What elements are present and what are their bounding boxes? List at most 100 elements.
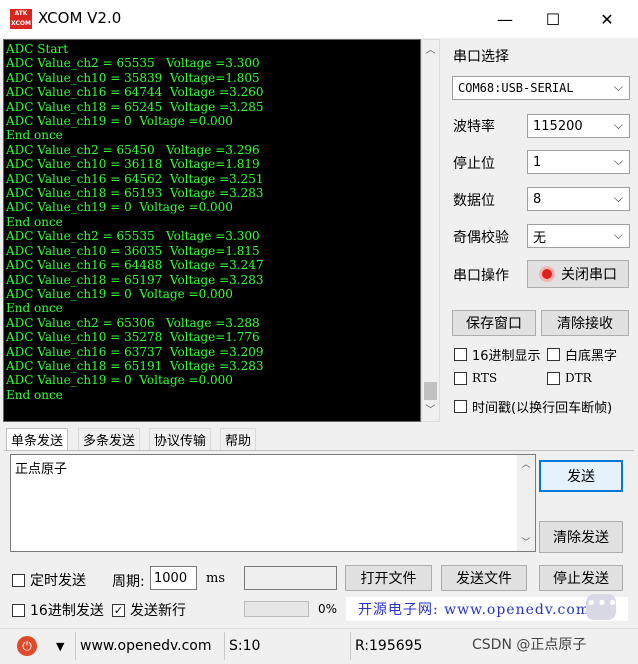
tab-help[interactable]: 帮助 xyxy=(220,428,257,450)
scroll-down-icon[interactable]: ﹀ xyxy=(517,535,535,548)
clear-send-label: 清除发送 xyxy=(553,530,609,546)
timed-send-checkbox[interactable]: 定时发送 xyxy=(12,570,86,590)
stop-send-label: 停止发送 xyxy=(553,571,609,587)
clear-receive-button[interactable]: 清除接收 xyxy=(541,310,629,336)
clear-send-button[interactable]: 清除发送 xyxy=(539,521,623,553)
send-scrollbar[interactable]: ︿ ﹀ xyxy=(517,455,535,551)
databit-label: 数据位 xyxy=(453,193,495,209)
maximize-button[interactable]: ☐ xyxy=(528,0,578,38)
period-unit: ms xyxy=(206,571,225,586)
send-file-label: 发送文件 xyxy=(456,571,512,587)
open-file-label: 打开文件 xyxy=(360,571,417,587)
port-select-label: 串口选择 xyxy=(453,49,509,65)
port-op-label: 串口操作 xyxy=(453,268,509,284)
checkbox-icon xyxy=(547,348,560,361)
received-count: R:195695 xyxy=(355,638,423,654)
scroll-up-icon[interactable]: ︿ xyxy=(422,42,439,60)
status-received: R:195695 xyxy=(350,632,468,660)
send-button[interactable]: 发送 xyxy=(539,460,623,492)
timed-send-label: 定时发送 xyxy=(30,573,86,589)
status-website: www.openedv.com xyxy=(75,632,220,660)
open-file-button[interactable]: 打开文件 xyxy=(345,565,432,591)
baud-label: 波特率 xyxy=(453,119,495,135)
terminal-output: ADC Start ADC Value_ch2 = 65535 Voltage … xyxy=(6,42,264,402)
close-icon: ✕ xyxy=(600,9,614,29)
chevron-down-icon: ⌵ xyxy=(613,228,623,242)
scrollbar-thumb[interactable] xyxy=(424,382,437,400)
close-window-button[interactable]: ✕ xyxy=(582,0,632,38)
hex-send-label: 16进制发送 xyxy=(30,603,104,619)
clear-receive-label: 清除接收 xyxy=(557,316,613,332)
stopbit-label: 停止位 xyxy=(453,156,495,172)
chevron-down-icon: ⌵ xyxy=(613,191,623,205)
rts-label: RTS xyxy=(472,371,498,385)
csdn-watermark: CSDN @正点原子 xyxy=(472,637,587,653)
checkbox-icon xyxy=(12,603,25,617)
tab-label: 帮助 xyxy=(225,434,252,449)
white-bg-checkbox[interactable]: 白底黑字 xyxy=(547,345,617,364)
period-input[interactable]: 1000 xyxy=(150,566,197,590)
maximize-icon: ☐ xyxy=(545,9,561,29)
dtr-checkbox[interactable]: DTR xyxy=(547,371,592,385)
chevron-down-icon: ⌵ xyxy=(613,118,623,132)
terminal-scrollbar[interactable]: ︿ ﹀ xyxy=(421,39,440,422)
period-label: 周期: xyxy=(112,574,145,590)
sent-count: S:10 xyxy=(229,638,261,654)
tab-multi-send[interactable]: 多条发送 xyxy=(78,428,141,450)
chevron-down-icon: ⌵ xyxy=(613,154,623,168)
stop-send-button[interactable]: 停止发送 xyxy=(539,565,623,591)
send-newline-checkbox[interactable]: ✓ 发送新行 xyxy=(112,600,186,620)
stopbit-select[interactable]: 1 ⌵ xyxy=(527,150,630,174)
send-input-text: 正点原子 xyxy=(15,462,68,477)
progress-percent: 0% xyxy=(318,602,338,616)
chevron-down-icon: ⌵ xyxy=(613,80,623,94)
port-select-value: COM68:USB-SERIAL xyxy=(458,81,574,95)
checkbox-icon xyxy=(12,573,25,587)
stopbit-value: 1 xyxy=(533,154,542,170)
scroll-down-icon[interactable]: ﹀ xyxy=(422,402,439,420)
checkbox-icon xyxy=(454,371,467,385)
send-progress-bar xyxy=(244,601,309,617)
chat-bubble-icon: ••• xyxy=(586,594,618,620)
hex-display-label: 16进制显示 xyxy=(472,349,541,364)
tab-label: 单条发送 xyxy=(11,434,64,449)
minimize-button[interactable]: — xyxy=(480,0,530,38)
port-select[interactable]: COM68:USB-SERIAL ⌵ xyxy=(452,76,630,100)
baud-select[interactable]: 115200 ⌵ xyxy=(527,114,630,138)
databit-select[interactable]: 8 ⌵ xyxy=(527,187,630,211)
checkbox-icon xyxy=(454,348,467,361)
save-window-button[interactable]: 保存窗口 xyxy=(452,310,536,336)
baud-value: 115200 xyxy=(533,118,583,134)
timestamp-label: 时间戳(以换行回车断帧) xyxy=(472,401,613,416)
timestamp-checkbox[interactable]: 时间戳(以换行回车断帧) xyxy=(454,397,612,416)
hex-display-checkbox[interactable]: 16进制显示 xyxy=(454,345,541,364)
website-text: www.openedv.com xyxy=(80,638,212,654)
parity-value: 无 xyxy=(533,230,547,246)
dtr-label: DTR xyxy=(565,371,592,385)
tab-divider xyxy=(4,450,634,451)
power-icon[interactable]: ⏻ xyxy=(17,636,37,656)
send-label: 发送 xyxy=(567,469,595,485)
send-newline-label: 发送新行 xyxy=(130,603,186,619)
send-file-button[interactable]: 发送文件 xyxy=(441,565,527,591)
send-input[interactable]: 正点原子 ︿ ﹀ xyxy=(10,454,536,552)
hex-send-checkbox[interactable]: 16进制发送 xyxy=(12,600,104,620)
rts-checkbox[interactable]: RTS xyxy=(454,371,497,385)
receive-terminal[interactable]: ADC Start ADC Value_ch2 = 65535 Voltage … xyxy=(3,39,421,422)
close-port-button[interactable]: 关闭串口 xyxy=(527,260,629,288)
status-sent: S:10 xyxy=(224,632,346,660)
window-title: XCOM V2.0 xyxy=(38,9,122,27)
close-port-label: 关闭串口 xyxy=(561,267,617,283)
tab-label: 协议传输 xyxy=(154,434,207,449)
tab-label: 多条发送 xyxy=(83,434,136,449)
port-status-icon xyxy=(539,266,555,282)
parity-select[interactable]: 无 ⌵ xyxy=(527,224,630,248)
scroll-up-icon[interactable]: ︿ xyxy=(517,457,535,470)
dropdown-arrow-icon[interactable]: ▼ xyxy=(56,640,64,653)
period-value: 1000 xyxy=(154,570,188,586)
checkbox-icon xyxy=(547,371,560,385)
file-path-field[interactable] xyxy=(244,566,337,590)
databit-value: 8 xyxy=(533,191,542,207)
tab-single-send[interactable]: 单条发送 xyxy=(6,428,69,450)
tab-protocol[interactable]: 协议传输 xyxy=(149,428,212,450)
